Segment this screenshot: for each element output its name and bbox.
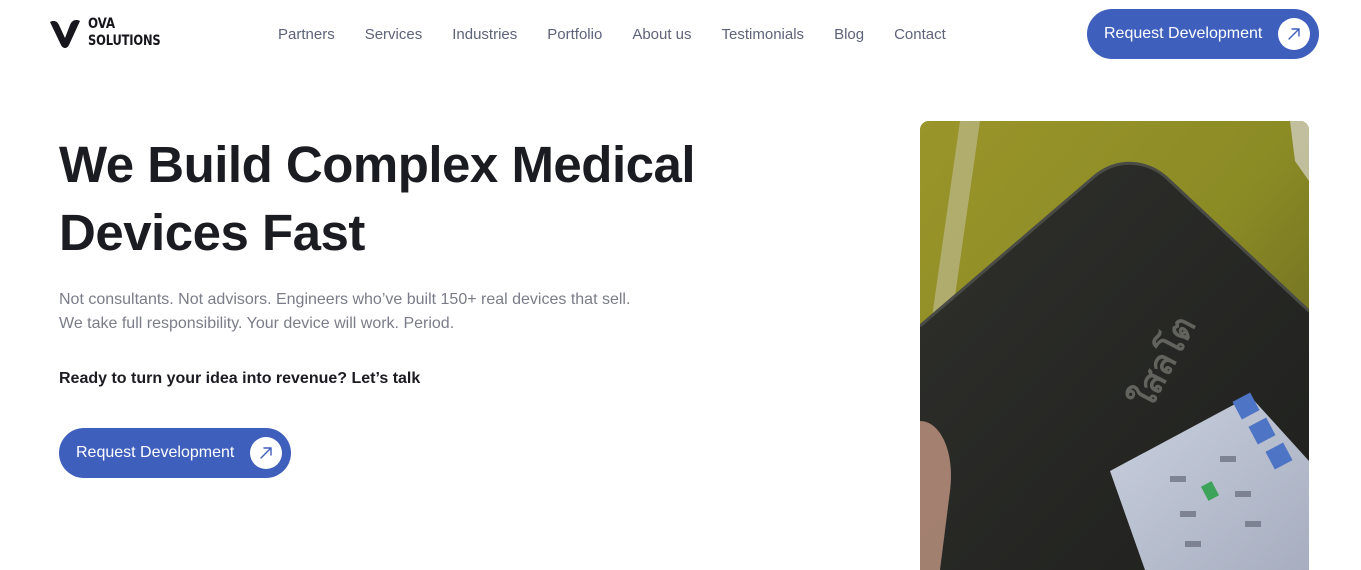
header-request-development-button[interactable]: Request Development xyxy=(1087,9,1319,59)
hero-subtitle-line2: We take full responsibility. Your device… xyxy=(59,315,455,332)
arrow-up-right-icon xyxy=(1278,18,1310,50)
hero-cta-text: Ready to turn your idea into revenue? Le… xyxy=(59,370,421,387)
hero-title-line2: Devices Fast xyxy=(59,204,365,261)
nav-testimonials[interactable]: Testimonials xyxy=(707,26,820,43)
brand-logo[interactable]: OVA SOLUTIONS xyxy=(48,16,176,50)
nav-partners[interactable]: Partners xyxy=(263,26,350,43)
nav-contact[interactable]: Contact xyxy=(879,26,961,43)
medical-device-photo: ใสลโต xyxy=(920,121,1309,570)
brand-line1: OVA xyxy=(88,16,115,32)
nav-portfolio[interactable]: Portfolio xyxy=(532,26,617,43)
hero-subtitle: Not consultants. Not advisors. Engineers… xyxy=(59,288,759,336)
hero-subtitle-line1: Not consultants. Not advisors. Engineers… xyxy=(59,291,631,308)
nav-about-us[interactable]: About us xyxy=(617,26,706,43)
brand-name: OVA SOLUTIONS xyxy=(88,16,176,50)
hero-request-development-button[interactable]: Request Development xyxy=(59,428,291,478)
main-nav: Partners Services Industries Portfolio A… xyxy=(263,22,961,46)
v-logo-icon xyxy=(50,20,80,48)
nav-services[interactable]: Services xyxy=(350,26,438,43)
hero-title: We Build Complex Medical Devices Fast xyxy=(59,131,779,267)
hero-title-line1: We Build Complex Medical xyxy=(59,136,696,193)
hero-cta-label: Request Development xyxy=(76,444,235,461)
device-photo-illustration: ใสลโต xyxy=(920,121,1309,570)
header-cta-label: Request Development xyxy=(1104,25,1263,42)
brand-line2: SOLUTIONS xyxy=(88,33,161,49)
nav-blog[interactable]: Blog xyxy=(819,26,879,43)
arrow-up-right-icon xyxy=(250,437,282,469)
nav-industries[interactable]: Industries xyxy=(437,26,532,43)
